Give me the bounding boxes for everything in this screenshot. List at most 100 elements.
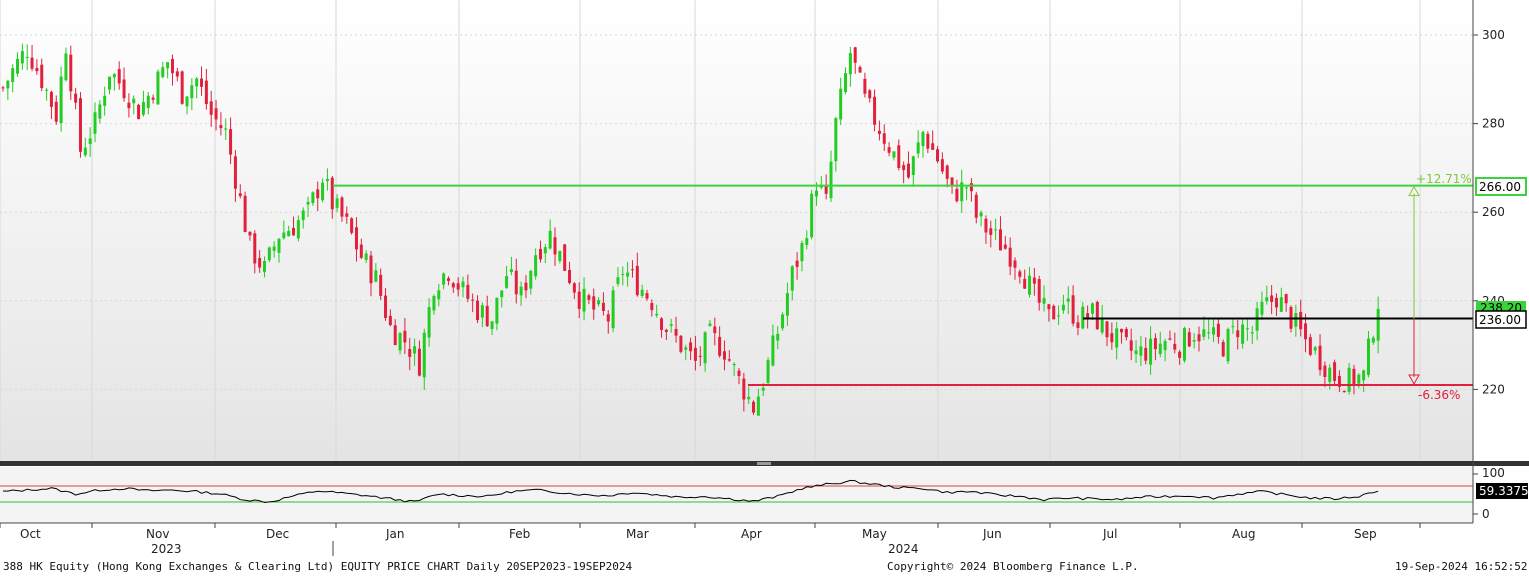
candle-down: [137, 104, 141, 120]
candle-up: [6, 80, 10, 89]
month-label: Nov: [146, 527, 169, 541]
candle-up: [432, 296, 436, 311]
candle-up: [1061, 304, 1065, 311]
month-label: Apr: [741, 527, 762, 541]
downside-change-label: -6.36%: [1418, 388, 1460, 402]
candle-up: [141, 101, 145, 115]
candle-up: [1192, 340, 1196, 342]
candle-down: [635, 265, 639, 296]
candle-up: [781, 314, 785, 329]
candle-down: [698, 355, 702, 357]
month-label: Mar: [626, 527, 649, 541]
candle-up: [776, 333, 780, 341]
candle-down: [345, 213, 349, 217]
candle-down: [393, 325, 397, 346]
candle-down: [1124, 328, 1128, 338]
candle-up: [761, 387, 765, 391]
candle-down: [456, 283, 460, 290]
candle-down: [1129, 340, 1133, 351]
candle-down: [1173, 343, 1177, 350]
candle-down: [1110, 333, 1114, 343]
candle-up: [374, 270, 378, 282]
candle-down: [969, 183, 973, 192]
candle-down: [902, 165, 906, 171]
candle-down: [926, 133, 930, 149]
month-label: Jul: [1102, 527, 1117, 541]
candle-down: [1003, 244, 1007, 249]
divider-handle-icon: [757, 462, 771, 465]
candle-down: [795, 260, 799, 267]
year-label: 2024: [888, 542, 919, 556]
candle-down: [882, 133, 886, 144]
candle-down: [998, 229, 1002, 251]
candle-up: [1328, 367, 1332, 382]
candle-up: [1066, 298, 1070, 302]
candle-down: [1270, 295, 1274, 302]
candle-down: [727, 359, 731, 361]
candle-up: [543, 247, 547, 254]
candle-up: [1149, 338, 1153, 365]
rsi-value-tag: 59.3375: [1476, 483, 1529, 499]
candle-up: [262, 261, 266, 272]
candle-up: [1212, 327, 1216, 335]
candle-down: [248, 231, 252, 236]
candle-down: [1095, 301, 1099, 330]
candle-up: [45, 89, 49, 91]
candle-down: [1308, 337, 1312, 355]
candle-up: [848, 53, 852, 75]
candle-up: [1028, 275, 1032, 295]
candle-down: [384, 295, 388, 318]
candle-down: [451, 283, 455, 288]
candle-up: [1371, 337, 1375, 343]
candle-down: [752, 401, 756, 413]
candle-down: [660, 318, 664, 330]
candle-up: [20, 51, 24, 64]
month-label: Aug: [1232, 527, 1255, 541]
candle-down: [936, 149, 940, 162]
month-label: May: [862, 527, 887, 541]
candle-down: [722, 351, 726, 360]
candle-up: [810, 193, 814, 238]
candle-down: [180, 71, 184, 104]
candle-down: [563, 244, 567, 271]
candle-down: [219, 125, 223, 129]
candle-up: [814, 190, 818, 197]
candle-down: [950, 177, 954, 186]
candle-up: [1182, 328, 1186, 361]
candle-up: [64, 53, 68, 81]
candle-up: [771, 335, 775, 366]
candle-up: [16, 58, 20, 74]
candle-down: [587, 295, 591, 300]
month-label: Dec: [266, 527, 289, 541]
candle-down: [471, 299, 475, 301]
candle-down: [1008, 247, 1012, 267]
price-chart: 300 280 260 240 220 100 0 Oct Nov Dec Jan Feb Mar Apr…: [0, 0, 1529, 575]
candle-up: [756, 396, 760, 416]
candle-up: [965, 187, 969, 189]
candle-up: [156, 71, 160, 105]
candle-down: [258, 258, 262, 268]
candle-up: [921, 131, 925, 147]
candle-up: [829, 161, 833, 199]
candle-up: [1265, 297, 1269, 302]
candle-down: [858, 67, 862, 73]
resistance-price-tag-text: 266.00: [1479, 180, 1521, 194]
candle-down: [175, 71, 179, 77]
candle-up: [480, 305, 484, 318]
candle-up: [1279, 297, 1283, 312]
candle-down: [330, 177, 334, 210]
candle-up: [296, 220, 300, 239]
rsi-tick-label: 100: [1482, 466, 1505, 480]
candle-up: [108, 76, 112, 90]
candle-up: [311, 192, 315, 204]
candle-up: [519, 286, 523, 296]
candle-up: [747, 396, 751, 400]
month-label: Feb: [509, 527, 530, 541]
candle-up: [98, 104, 102, 119]
candle-down: [1274, 297, 1278, 308]
candle-down: [568, 269, 572, 283]
candle-up: [166, 62, 170, 69]
candle-down: [974, 194, 978, 218]
candle-down: [1187, 332, 1191, 347]
candle-up: [1226, 329, 1230, 362]
